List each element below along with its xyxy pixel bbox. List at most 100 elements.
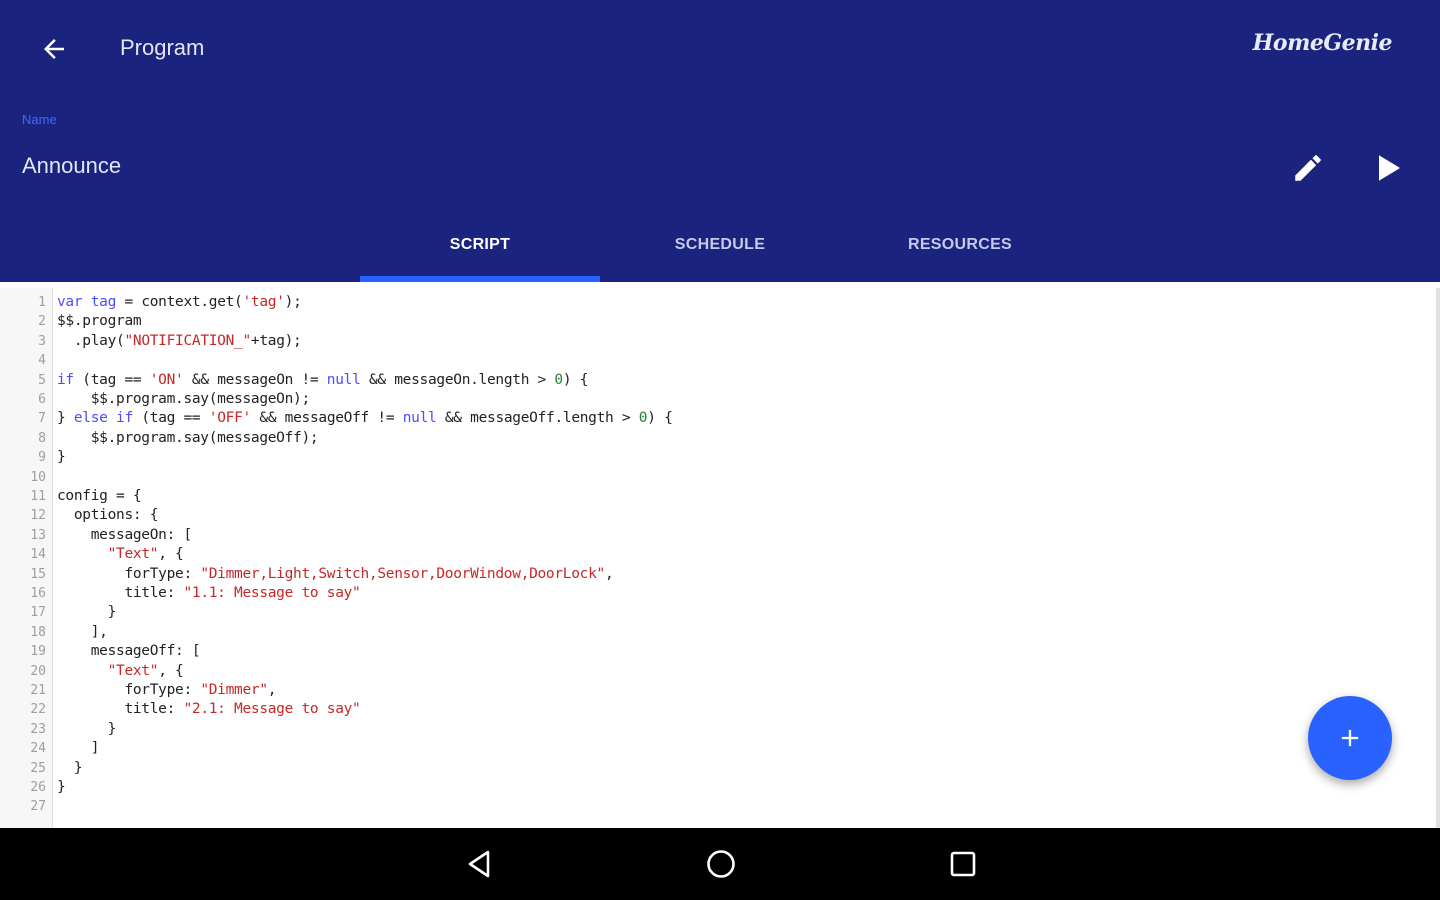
code-line[interactable]: } xyxy=(57,720,117,739)
line-number: 3 xyxy=(38,333,46,349)
line-number: 15 xyxy=(30,566,46,582)
code-token: "1.1: Message to say" xyxy=(183,585,361,601)
code-token: "NOTIFICATION_" xyxy=(124,332,251,349)
code-line[interactable]: $$.program.say(messageOn); xyxy=(57,390,310,409)
line-number: 10 xyxy=(30,469,46,485)
code-line[interactable]: forType: "Dimmer,Light,Switch,Sensor,Doo… xyxy=(57,565,613,584)
system-nav-bar xyxy=(0,828,1440,900)
code-token: , xyxy=(267,682,277,698)
code-line[interactable]: .play("NOTIFICATION_"+tag); xyxy=(57,332,302,351)
code-token: forType: xyxy=(57,565,201,582)
code-token: , xyxy=(604,565,614,582)
code-line[interactable]: ] xyxy=(57,739,100,758)
code-token: messageOff: [ xyxy=(57,643,201,660)
code-editor[interactable]: 1 2 3 4 5 6 7 8 9 10 11 12 13 14 15 16 17 18 19 20 21 22 23 24 2… xyxy=(0,288,1440,828)
page-title: Program xyxy=(120,35,205,60)
arrow-back-icon xyxy=(44,39,64,59)
code-token: } xyxy=(57,449,66,466)
code-token: "Dimmer,Light,Switch,Sensor,DoorWindow,D… xyxy=(200,565,605,582)
code-token: 'tag' xyxy=(242,294,285,310)
code-line[interactable]: forType: "Dimmer", xyxy=(57,681,276,700)
code-token: forType: xyxy=(57,682,201,698)
code-line[interactable]: messageOn: [ xyxy=(57,526,192,545)
line-number: 20 xyxy=(30,663,46,679)
line-number: 19 xyxy=(30,644,46,660)
nav-recents-button[interactable] xyxy=(939,840,987,888)
line-number: 11 xyxy=(30,489,46,504)
program-name: Announce xyxy=(22,153,122,178)
line-number: 27 xyxy=(30,799,46,815)
code-token: options: { xyxy=(57,507,159,524)
code-line[interactable]: } xyxy=(57,448,66,467)
tab-bar: SCRIPT SCHEDULE RESOURCES xyxy=(360,222,1080,282)
brand-logo: HomeGenie xyxy=(1252,30,1393,56)
run-button[interactable] xyxy=(1364,144,1412,192)
add-button[interactable] xyxy=(1308,696,1392,780)
code-line[interactable]: ], xyxy=(57,623,108,642)
code-line[interactable]: "Text", { xyxy=(57,662,184,681)
line-number: 1 xyxy=(38,295,46,310)
code-token: if xyxy=(57,371,74,388)
code-token: $$.program.say(messageOff); xyxy=(57,429,319,446)
line-number: 2 xyxy=(38,314,46,330)
tab-schedule[interactable]: SCHEDULE xyxy=(600,222,840,282)
code-token: } xyxy=(57,779,66,795)
back-button[interactable] xyxy=(30,25,78,73)
code-line[interactable]: } xyxy=(57,759,83,778)
nav-home-icon xyxy=(707,850,735,878)
edit-button[interactable] xyxy=(1284,144,1332,192)
code-token: .play( xyxy=(57,332,125,349)
code-token: } xyxy=(57,759,83,776)
tab-resources[interactable]: RESOURCES xyxy=(840,222,1080,282)
code-token: $$.program.say(messageOn); xyxy=(57,391,310,407)
line-number: 12 xyxy=(30,508,46,524)
code-line[interactable]: if (tag == 'ON' && messageOn != null && … xyxy=(57,371,588,390)
code-token: ] xyxy=(57,740,100,757)
code-line[interactable]: messageOff: [ xyxy=(57,642,201,661)
line-number-gutter: 1 2 3 4 5 6 7 8 9 10 11 12 13 14 15 16 17 18 19 20 21 22 23 24 2… xyxy=(0,288,53,828)
code-line[interactable]: options: { xyxy=(57,506,159,525)
code-line[interactable]: config = { xyxy=(57,487,142,506)
code-line[interactable]: $$.program.say(messageOff); xyxy=(57,429,319,448)
line-number: 13 xyxy=(30,527,46,543)
play-icon xyxy=(1379,155,1400,181)
line-number: 23 xyxy=(30,721,46,737)
code-token: null xyxy=(402,410,437,427)
code-line[interactable]: } xyxy=(57,603,117,622)
code-line[interactable]: title: "1.1: Message to say" xyxy=(57,584,360,603)
code-token: && messageOn != xyxy=(183,371,327,388)
line-number: 17 xyxy=(30,605,46,621)
code-token: && messageOff != xyxy=(250,410,403,427)
code-token: $$.program xyxy=(57,313,142,330)
code-token: 0 xyxy=(638,410,648,427)
code-line[interactable]: $$.program xyxy=(57,312,142,331)
code-line[interactable]: var tag = context.get('tag'); xyxy=(57,293,302,312)
code-token: else xyxy=(73,410,108,427)
code-token: title: xyxy=(57,585,184,601)
nav-home-button[interactable] xyxy=(697,840,745,888)
code-token: title: xyxy=(57,701,184,718)
code-line[interactable]: "Text", { xyxy=(57,545,184,564)
line-number: 8 xyxy=(38,430,46,446)
line-number: 14 xyxy=(30,547,46,563)
code-token: (tag == xyxy=(73,371,150,388)
code-token: +tag); xyxy=(250,332,302,349)
code-token: "Text" xyxy=(107,662,159,679)
code-token: } xyxy=(57,604,117,621)
line-number: 25 xyxy=(30,760,46,776)
tab-script[interactable]: SCRIPT xyxy=(360,222,600,282)
code-line[interactable]: } else if (tag == 'OFF' && messageOff !=… xyxy=(57,409,673,428)
line-number: 6 xyxy=(38,392,46,407)
code-token: "Dimmer" xyxy=(200,682,268,698)
code-line[interactable]: } xyxy=(57,778,66,797)
line-number: 4 xyxy=(38,353,46,369)
code-token: && messageOn.length > xyxy=(360,371,555,388)
line-number: 22 xyxy=(30,702,46,718)
line-number: 18 xyxy=(30,624,46,640)
code-token: if xyxy=(116,410,133,427)
nav-back-button[interactable] xyxy=(455,840,503,888)
code-line[interactable]: title: "2.1: Message to say" xyxy=(57,700,360,719)
